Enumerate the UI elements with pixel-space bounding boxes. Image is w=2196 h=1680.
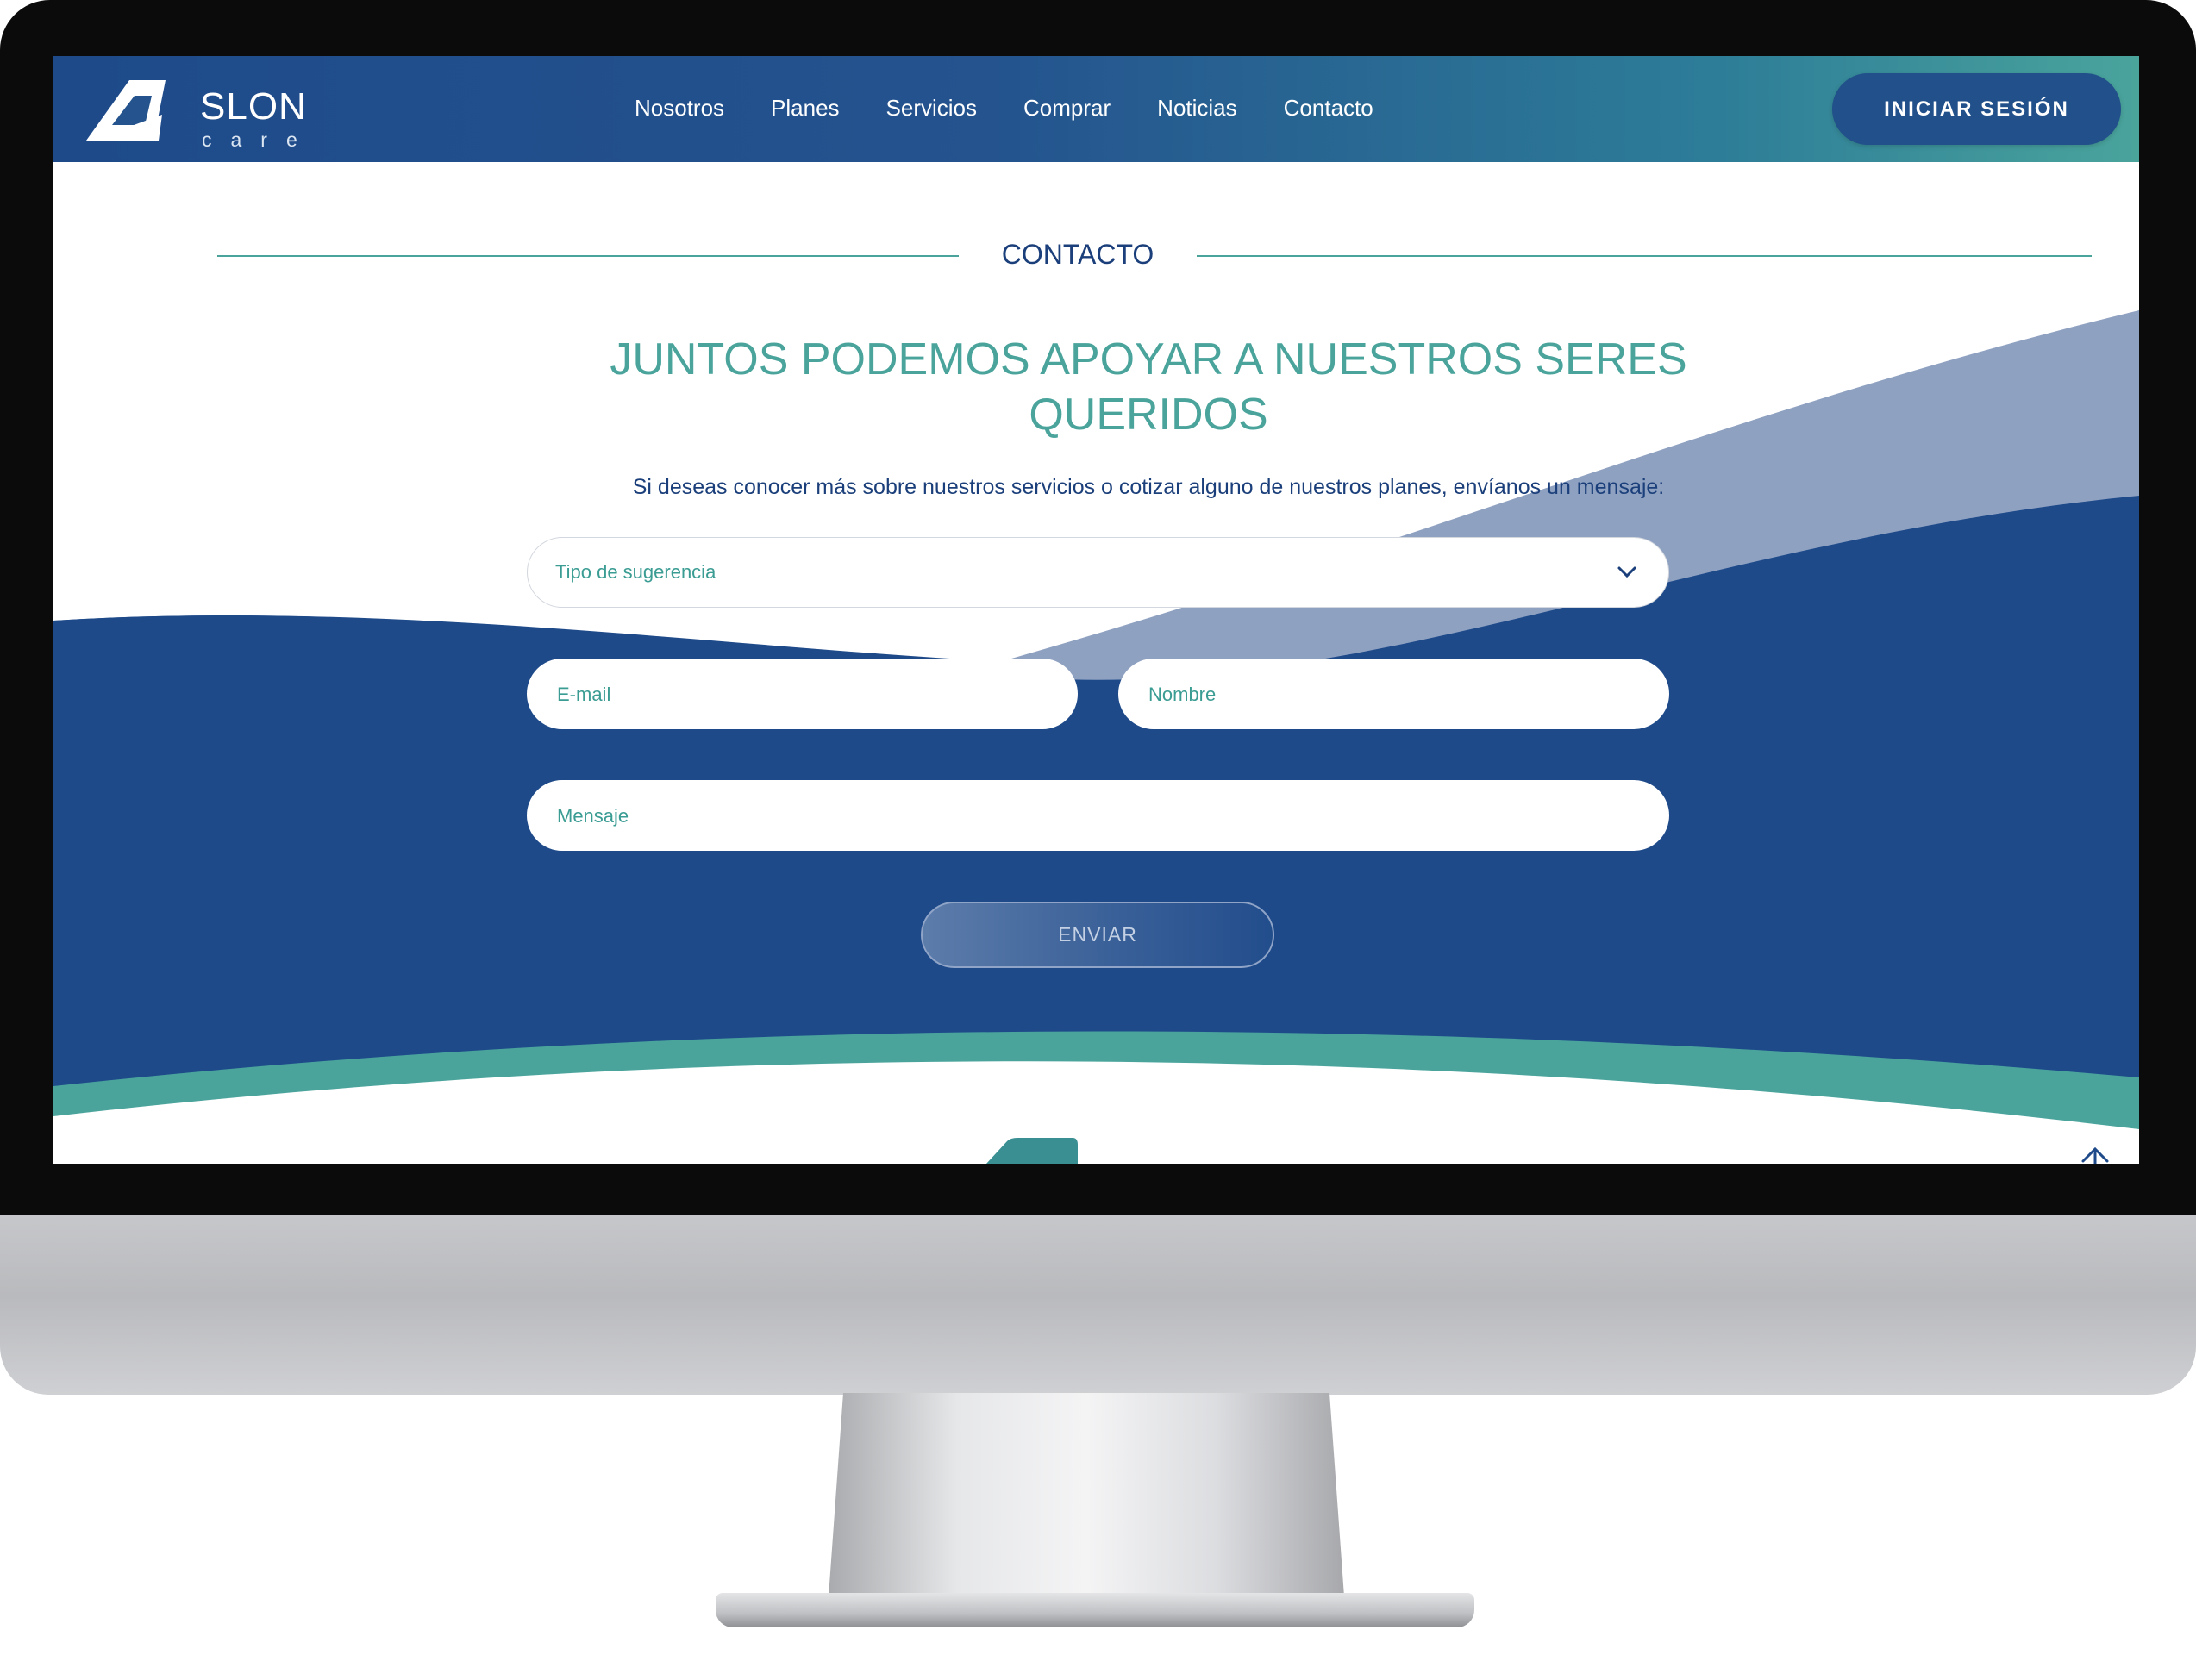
message-field[interactable]: [555, 781, 1613, 852]
email-field[interactable]: [555, 659, 1022, 730]
monitor-chin: [0, 1215, 2196, 1395]
message-field-wrapper: [527, 780, 1669, 852]
nav-comprar[interactable]: Comprar: [1023, 95, 1111, 122]
name-field-wrapper: [1118, 659, 1669, 730]
contact-subtext: Si deseas conocer más sobre nuestros ser…: [632, 475, 1665, 499]
arrow-up-icon[interactable]: [2078, 1144, 2112, 1164]
email-field-wrapper: [527, 659, 1078, 730]
website-screen: SLON care Nosotros Planes Servicios Comp…: [53, 56, 2139, 1164]
monitor-stand-base: [716, 1593, 1474, 1627]
suggestion-type-placeholder: Tipo de sugerencia: [555, 561, 716, 583]
contact-headline: JUNTOS PODEMOS APOYAR A NUESTROS SERES Q…: [467, 332, 1830, 442]
logo-wordmark: SLON: [200, 85, 307, 128]
site-header: SLON care Nosotros Planes Servicios Comp…: [53, 56, 2139, 162]
headline-line-1: JUNTOS PODEMOS APOYAR A NUESTROS SERES: [610, 334, 1687, 384]
nav-nosotros[interactable]: Nosotros: [635, 95, 724, 122]
section-divider-right: [1197, 255, 2092, 257]
footer-logo-mark-icon: [986, 1138, 1078, 1164]
nav-planes[interactable]: Planes: [771, 95, 840, 122]
send-button[interactable]: ENVIAR: [921, 902, 1274, 968]
headline-line-2: QUERIDOS: [1029, 390, 1268, 440]
nav-noticias[interactable]: Noticias: [1157, 95, 1236, 122]
suggestion-type-select[interactable]: Tipo de sugerencia: [527, 537, 1669, 608]
monitor-frame: SLON care Nosotros Planes Servicios Comp…: [0, 0, 2196, 1680]
logo-subtext: care: [202, 128, 316, 151]
name-field[interactable]: [1147, 659, 1613, 730]
section-divider-left: [217, 255, 959, 257]
nav-contacto[interactable]: Contacto: [1284, 95, 1373, 122]
section-title: CONTACTO: [1001, 239, 1154, 270]
main-nav: Nosotros Planes Servicios Comprar Notici…: [635, 95, 1373, 122]
login-button[interactable]: INICIAR SESIÓN: [1832, 73, 2121, 145]
logo-mark-icon: [86, 80, 166, 141]
background-waves: [53, 310, 2139, 1164]
nav-servicios[interactable]: Servicios: [886, 95, 977, 122]
chevron-down-icon: [1617, 566, 1636, 578]
monitor-stand-neck: [828, 1393, 1345, 1608]
site-logo[interactable]: SLON care: [79, 73, 306, 151]
